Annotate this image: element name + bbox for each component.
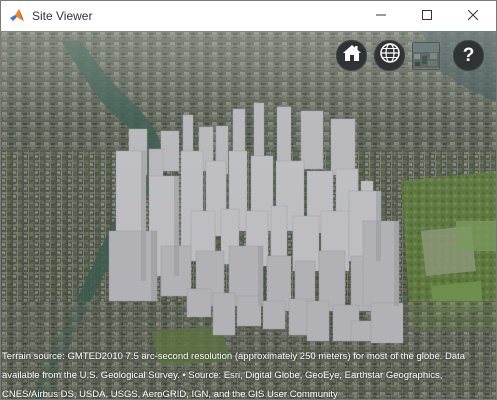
- map-viewer[interactable]: ? Terrain source: GMTED2010 7.5 arc-seco…: [1, 31, 496, 399]
- close-icon: [467, 7, 479, 25]
- window-title: Site Viewer: [32, 9, 93, 23]
- matlab-icon: [9, 8, 25, 24]
- maximize-button[interactable]: [404, 1, 450, 31]
- credits-line-3: CNES/Airbus DS, USDA, USGS, AeroGRID, IG…: [2, 389, 338, 399]
- window-controls: [358, 1, 496, 31]
- basemap-picker-button[interactable]: [412, 42, 440, 70]
- basemap-picker-icon: [413, 43, 439, 69]
- globe-icon: [379, 42, 401, 69]
- site-viewer-window: Site Viewer ? Terrain source: GMTED2010 …: [0, 0, 497, 400]
- home-icon: [342, 43, 362, 68]
- map-toolbar: ?: [336, 40, 496, 72]
- satellite-scene[interactable]: [1, 31, 496, 399]
- help-icon: ?: [462, 44, 475, 66]
- credits-line-2: available from the U.S. Geological Surve…: [2, 370, 443, 381]
- title-bar[interactable]: Site Viewer: [1, 1, 496, 31]
- minimize-button[interactable]: [358, 1, 404, 31]
- maximize-icon: [422, 7, 432, 25]
- close-button[interactable]: [450, 1, 496, 31]
- home-button[interactable]: [336, 40, 367, 71]
- credits-line-1: Terrain source: GMTED2010 7.5 arc-second…: [2, 351, 466, 362]
- globe-button[interactable]: [374, 40, 405, 71]
- help-button[interactable]: ?: [453, 40, 484, 71]
- attribution-credits: Terrain source: GMTED2010 7.5 arc-second…: [2, 347, 496, 399]
- minimize-icon: [376, 7, 386, 25]
